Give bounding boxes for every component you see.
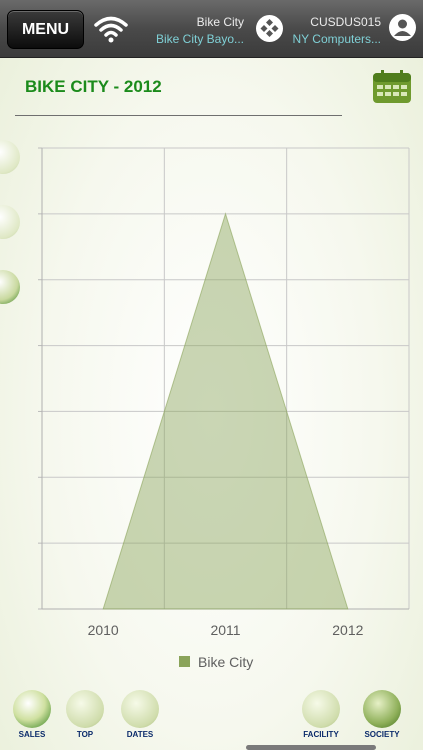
nav-dates[interactable]: DATES bbox=[119, 690, 161, 739]
nav-society-label: SOCIETY bbox=[364, 730, 400, 739]
nav-top[interactable]: TOP bbox=[64, 690, 106, 739]
nav-sales[interactable]: SALES bbox=[11, 690, 53, 739]
legend-label: Bike City bbox=[198, 654, 254, 670]
user-icon[interactable] bbox=[389, 14, 416, 41]
x-tick-label: 2011 bbox=[210, 622, 240, 638]
houses-icon bbox=[363, 690, 401, 728]
menu-button[interactable]: MENU bbox=[7, 10, 84, 49]
home-indicator bbox=[246, 745, 376, 750]
site-subtitle: Bike City Bayo... bbox=[155, 32, 244, 46]
nav-society[interactable]: SOCIETY bbox=[361, 690, 403, 739]
legend-swatch bbox=[179, 656, 190, 667]
x-tick-label: 2012 bbox=[332, 622, 363, 638]
nav-facility[interactable]: FACILITY bbox=[300, 690, 342, 739]
site-name: Bike City bbox=[196, 15, 244, 29]
nav-facility-label: FACILITY bbox=[303, 730, 339, 739]
customer-subtitle: NY Computers... bbox=[292, 32, 381, 46]
society-icon[interactable] bbox=[256, 15, 283, 42]
house-icon bbox=[302, 690, 340, 728]
x-tick-label: 2010 bbox=[88, 622, 119, 638]
title-divider bbox=[15, 115, 342, 116]
site-selector[interactable]: Bike City Bike City Bayo... bbox=[140, 15, 244, 46]
tag-icon bbox=[66, 690, 104, 728]
sales-chart: 2010 2011 2012 bbox=[38, 147, 410, 638]
nav-dates-label: DATES bbox=[126, 730, 154, 739]
top-bar: MENU Bike City Bike City Bayo... CUSDUS0… bbox=[0, 0, 423, 58]
calendar-icon bbox=[121, 690, 159, 728]
customer-code: CUSDUS015 bbox=[310, 15, 381, 29]
wifi-icon bbox=[94, 16, 128, 43]
customer-selector[interactable]: CUSDUS015 NY Computers... bbox=[286, 15, 381, 46]
sales-icon bbox=[13, 690, 51, 728]
nav-top-label: TOP bbox=[76, 730, 94, 739]
nav-sales-label: SALES bbox=[18, 730, 46, 739]
calendar-icon[interactable] bbox=[372, 70, 412, 104]
page-title: BIKE CITY - 2012 bbox=[25, 77, 162, 96]
